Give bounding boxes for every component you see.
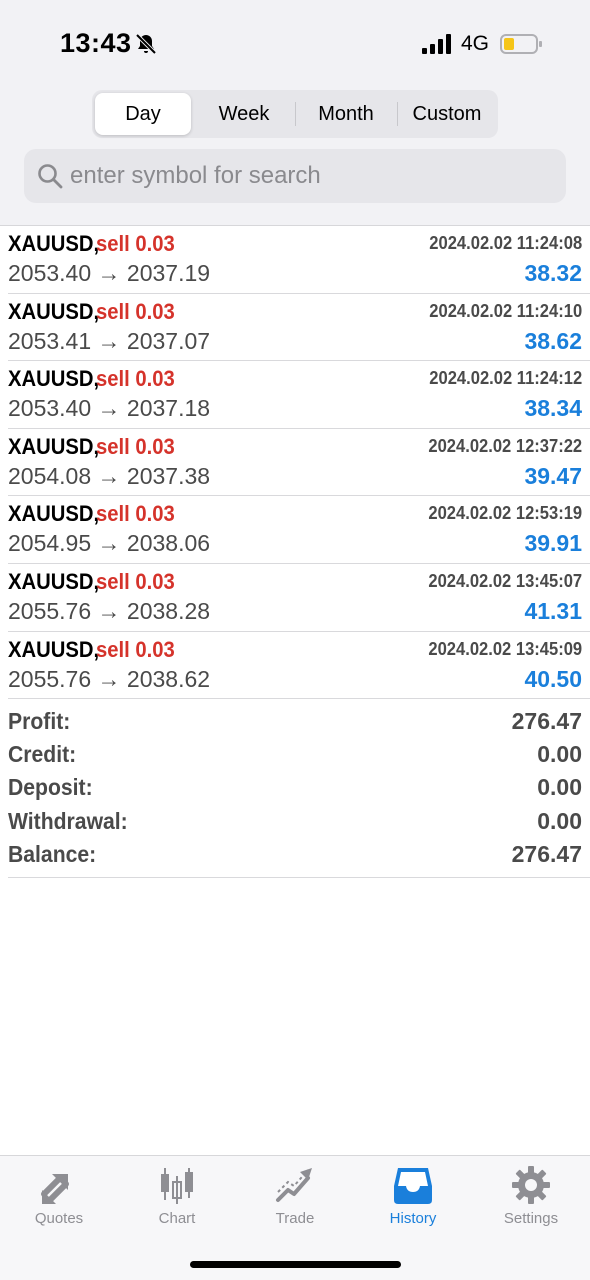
header-area: 13:43 4G Day Week Month Custom bbox=[0, 0, 590, 225]
deal-symbol: XAUUSD, bbox=[8, 298, 100, 324]
summary-label: Deposit: bbox=[8, 774, 93, 801]
tab-quotes[interactable]: Quotes bbox=[0, 1156, 118, 1246]
status-time: 13:43 bbox=[60, 28, 132, 58]
settings-icon bbox=[512, 1166, 550, 1204]
deal-symbol: XAUUSD, bbox=[8, 501, 100, 527]
deal-type: sell 0.03 bbox=[96, 366, 175, 392]
summary-row-profit: Profit: 276.47 bbox=[8, 704, 590, 737]
summary-value: 0.00 bbox=[537, 741, 582, 768]
deal-prices: 2054.08 → 2037.38 bbox=[8, 462, 211, 489]
deals-list: XAUUSD, sell 0.03 2024.02.02 11:24:08 20… bbox=[0, 226, 590, 700]
deal-time: 2024.02.02 11:24:08 bbox=[429, 233, 582, 253]
deal-type: sell 0.03 bbox=[96, 568, 175, 594]
status-bar: 13:43 4G bbox=[0, 0, 590, 90]
chart-icon bbox=[161, 1168, 193, 1204]
summary-row-withdrawal: Withdrawal: 0.00 bbox=[8, 804, 590, 837]
tab-week[interactable]: Week bbox=[194, 93, 294, 135]
home-indicator bbox=[190, 1261, 401, 1268]
deal-type: sell 0.03 bbox=[96, 501, 175, 527]
deal-prices: 2054.95 → 2038.06 bbox=[8, 530, 211, 557]
period-segmented-control: Day Week Month Custom bbox=[92, 90, 498, 138]
deal-profit: 39.91 bbox=[524, 530, 582, 557]
deal-time: 2024.02.02 11:24:12 bbox=[429, 368, 582, 389]
tab-label: Quotes bbox=[34, 1210, 84, 1227]
deal-profit: 40.50 bbox=[524, 665, 582, 692]
tab-settings[interactable]: Settings bbox=[472, 1156, 590, 1246]
search-input[interactable] bbox=[70, 149, 550, 203]
network-type: 4G bbox=[461, 32, 490, 55]
deal-prices: 2055.76 → 2038.28 bbox=[8, 597, 211, 624]
deal-profit: 38.32 bbox=[524, 260, 582, 286]
deal-type: sell 0.03 bbox=[96, 433, 175, 459]
deal-time: 2024.02.02 12:53:19 bbox=[428, 503, 582, 524]
summary-value: 0.00 bbox=[537, 807, 582, 834]
tab-label: Settings bbox=[503, 1210, 559, 1227]
deal-prices: 2053.40 → 2037.18 bbox=[8, 395, 211, 422]
deal-type: sell 0.03 bbox=[96, 298, 175, 324]
deal-symbol: XAUUSD, bbox=[8, 366, 100, 392]
summary-label: Withdrawal: bbox=[8, 807, 128, 834]
deal-row[interactable]: XAUUSD, sell 0.03 2024.02.02 13:45:09 20… bbox=[8, 632, 590, 700]
trade-icon bbox=[276, 1168, 312, 1202]
deal-prices: 2053.40 → 2037.19 bbox=[8, 260, 211, 286]
summary-label: Balance: bbox=[8, 840, 97, 867]
deal-symbol: XAUUSD, bbox=[8, 433, 100, 459]
deal-time: 2024.02.02 12:37:22 bbox=[428, 435, 582, 456]
account-summary: Profit: 276.47 Credit: 0.00 Deposit: 0.0… bbox=[8, 704, 590, 878]
tab-label: History bbox=[389, 1210, 437, 1227]
battery-icon bbox=[500, 34, 542, 54]
search-box[interactable] bbox=[24, 149, 566, 203]
summary-value: 276.47 bbox=[511, 708, 582, 734]
deal-row[interactable]: XAUUSD, sell 0.03 2024.02.02 12:53:19 20… bbox=[8, 496, 590, 564]
summary-value: 276.47 bbox=[511, 840, 582, 867]
deal-row[interactable]: XAUUSD, sell 0.03 2024.02.02 13:45:07 20… bbox=[8, 564, 590, 632]
deal-profit: 38.34 bbox=[524, 395, 582, 422]
deal-time: 2024.02.02 13:45:07 bbox=[428, 570, 582, 591]
tab-trade[interactable]: Trade bbox=[236, 1156, 354, 1246]
summary-label: Profit: bbox=[8, 708, 71, 734]
signal-strength-icon bbox=[422, 34, 451, 54]
deal-type: sell 0.03 bbox=[96, 231, 175, 256]
deal-prices: 2055.76 → 2038.62 bbox=[8, 665, 211, 692]
bell-muted-icon bbox=[135, 33, 157, 55]
deal-row[interactable]: XAUUSD, sell 0.03 2024.02.02 11:24:12 20… bbox=[8, 361, 590, 429]
deal-time: 2024.02.02 11:24:10 bbox=[429, 300, 582, 321]
deal-profit: 38.62 bbox=[524, 327, 582, 354]
tab-history[interactable]: History bbox=[354, 1156, 472, 1246]
tab-chart[interactable]: Chart bbox=[118, 1156, 236, 1246]
tab-day[interactable]: Day bbox=[95, 93, 191, 135]
deal-row[interactable]: XAUUSD, sell 0.03 2024.02.02 11:24:08 20… bbox=[8, 226, 590, 294]
summary-row-deposit: Deposit: 0.00 bbox=[8, 770, 590, 803]
deal-prices: 2053.41 → 2037.07 bbox=[8, 327, 211, 354]
tab-label: Trade bbox=[275, 1210, 315, 1227]
summary-row-credit: Credit: 0.00 bbox=[8, 737, 590, 770]
tab-month[interactable]: Month bbox=[296, 93, 396, 135]
tab-custom[interactable]: Custom bbox=[398, 93, 496, 135]
search-icon bbox=[38, 164, 63, 189]
summary-value: 0.00 bbox=[537, 774, 582, 801]
deal-row[interactable]: XAUUSD, sell 0.03 2024.02.02 11:24:10 20… bbox=[8, 294, 590, 362]
deal-row[interactable]: XAUUSD, sell 0.03 2024.02.02 12:37:22 20… bbox=[8, 429, 590, 497]
deal-symbol: XAUUSD, bbox=[8, 636, 100, 662]
deal-symbol: XAUUSD, bbox=[8, 568, 100, 594]
deal-time: 2024.02.02 13:45:09 bbox=[428, 638, 582, 659]
deal-symbol: XAUUSD, bbox=[8, 231, 100, 256]
deal-profit: 41.31 bbox=[524, 597, 582, 624]
quotes-icon bbox=[41, 1174, 69, 1204]
tab-label: Chart bbox=[158, 1210, 196, 1227]
history-icon bbox=[394, 1168, 432, 1204]
deal-type: sell 0.03 bbox=[96, 636, 175, 662]
summary-label: Credit: bbox=[8, 741, 77, 768]
summary-row-balance: Balance: 276.47 bbox=[8, 837, 590, 870]
deal-profit: 39.47 bbox=[524, 462, 582, 489]
